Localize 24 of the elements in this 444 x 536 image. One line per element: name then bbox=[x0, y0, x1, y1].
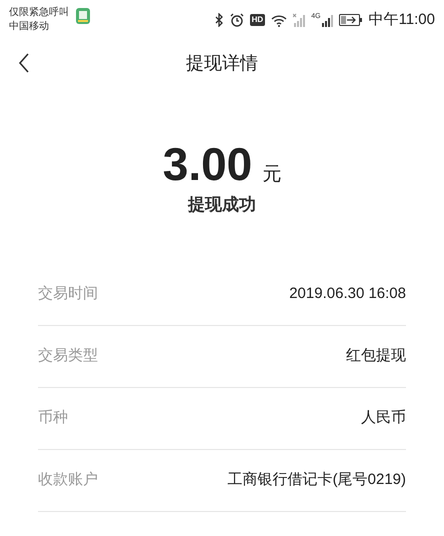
app-icon bbox=[75, 7, 91, 25]
detail-label: 币种 bbox=[38, 408, 68, 428]
amount: 3.00 bbox=[162, 138, 252, 190]
detail-value: 人民币 bbox=[361, 408, 406, 428]
page-title: 提现详情 bbox=[186, 52, 258, 74]
signal-icon bbox=[293, 13, 306, 27]
status-time: 中午11:00 bbox=[368, 10, 435, 30]
detail-label: 交易类型 bbox=[38, 346, 98, 366]
detail-value: 工商银行借记卡(尾号0219) bbox=[228, 470, 406, 490]
detail-value: 2019.06.30 16:08 bbox=[289, 284, 406, 304]
detail-label: 收款账户 bbox=[38, 470, 98, 490]
battery-icon bbox=[338, 14, 363, 26]
status-text: 提现成功 bbox=[188, 194, 256, 216]
amount-unit: 元 bbox=[262, 163, 282, 187]
wifi-icon bbox=[271, 14, 288, 26]
alarm-icon bbox=[230, 13, 244, 27]
bluetooth-icon bbox=[214, 13, 224, 27]
hd-badge: HD bbox=[250, 14, 266, 26]
signal-icon bbox=[320, 13, 333, 27]
carrier-text: 中国移动 bbox=[9, 20, 50, 34]
back-icon bbox=[18, 53, 30, 73]
detail-value: 红包提现 bbox=[346, 346, 406, 366]
detail-label: 交易时间 bbox=[38, 284, 98, 304]
carrier-text: 仅限紧急呼叫 bbox=[9, 6, 69, 20]
